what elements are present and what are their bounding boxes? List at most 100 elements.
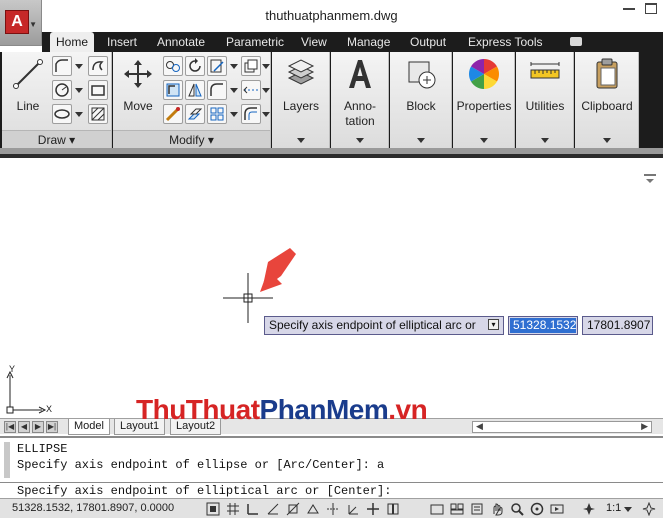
copy-button[interactable] — [163, 56, 183, 76]
tab-model[interactable]: Model — [68, 419, 110, 435]
tab-home[interactable]: Home — [50, 32, 95, 52]
trim-dropdown-icon[interactable] — [230, 64, 238, 69]
snap-mode-icon[interactable] — [206, 502, 220, 516]
grid-icon[interactable] — [226, 502, 240, 516]
3d-osnap-icon[interactable] — [306, 502, 320, 516]
ellipse-button[interactable] — [52, 104, 72, 124]
scroll-right-icon[interactable]: ▶ — [641, 421, 648, 432]
tab-view[interactable]: View — [301, 32, 327, 52]
explode-dropdown-icon[interactable] — [262, 88, 270, 93]
drawing-canvas[interactable] — [0, 158, 663, 414]
scroll-left-icon[interactable]: ◀ — [476, 421, 483, 432]
polar-tracking-icon[interactable] — [266, 502, 280, 516]
ucs-toggle-icon[interactable] — [346, 502, 360, 516]
move-button[interactable]: Move — [117, 56, 159, 114]
model-space-icon[interactable] — [430, 502, 444, 516]
fillet-dropdown-icon[interactable] — [230, 88, 238, 93]
first-layout-icon[interactable]: |◀ — [4, 421, 16, 433]
tab-parametric[interactable]: Parametric — [226, 32, 284, 52]
tab-express-tools[interactable]: Express Tools — [468, 32, 542, 52]
dynamic-input-icon[interactable] — [366, 502, 380, 516]
command-line[interactable]: Specify axis endpoint of elliptical arc … — [0, 482, 663, 498]
layers-icon — [287, 59, 315, 85]
rectangle-button[interactable] — [88, 80, 108, 100]
polyline-button[interactable] — [52, 56, 72, 76]
utilities-dropdown-icon[interactable] — [541, 138, 549, 143]
ribbon: Line Draw ▾ Move Modify ▾ Layers Anno- t… — [0, 52, 663, 148]
properties-dropdown-icon[interactable] — [480, 138, 488, 143]
y-coordinate-value[interactable]: 17801.8907 — [587, 318, 650, 332]
canvas-menu-icon[interactable] — [643, 172, 657, 184]
quick-view-drawings-icon[interactable] — [470, 502, 484, 516]
hatch-button[interactable] — [88, 104, 108, 124]
circle-button[interactable] — [52, 80, 72, 100]
steering-wheel-icon[interactable] — [530, 502, 544, 516]
hatch-icon — [91, 107, 105, 121]
ribbon-minimize-button[interactable] — [570, 37, 582, 46]
explode-icon — [243, 86, 258, 94]
lineweight-icon[interactable] — [386, 502, 400, 516]
utilities-button[interactable]: Utilities — [518, 56, 572, 114]
draw-panel-title[interactable]: Draw ▾ — [2, 130, 111, 148]
otrack-icon[interactable] — [326, 502, 340, 516]
trim-button[interactable] — [207, 56, 227, 76]
command-window-grip[interactable] — [4, 442, 10, 478]
fillet-button[interactable] — [207, 80, 227, 100]
polyline-dropdown-icon[interactable] — [75, 64, 83, 69]
x-coordinate-value[interactable]: 51328.1532 — [510, 318, 576, 333]
layers-button[interactable]: Layers — [276, 56, 326, 114]
annotation-scale-value[interactable]: 1:1 — [606, 502, 621, 514]
ellipse-dropdown-icon[interactable] — [75, 112, 83, 117]
object-snap-icon[interactable] — [286, 502, 300, 516]
application-menu-button[interactable]: A ▼ — [0, 0, 42, 46]
last-layout-icon[interactable]: ▶| — [46, 421, 58, 433]
erase-dropdown-icon[interactable] — [262, 64, 270, 69]
block-button[interactable]: Block — [396, 56, 446, 114]
prompt-options-button[interactable]: ▾ — [488, 319, 499, 330]
circle-dropdown-icon[interactable] — [75, 88, 83, 93]
clipboard-button[interactable]: Clipboard — [577, 56, 637, 114]
explode-button[interactable] — [241, 80, 261, 100]
tab-output[interactable]: Output — [410, 32, 446, 52]
rotate-button[interactable] — [185, 56, 205, 76]
line-button[interactable]: Line — [8, 56, 48, 114]
annotation-button[interactable]: Anno- tation — [335, 56, 385, 129]
command-line-text[interactable]: Specify axis endpoint of elliptical arc … — [17, 484, 391, 498]
layers-dropdown-icon[interactable] — [297, 138, 305, 143]
annotation-scale-icon[interactable] — [582, 502, 596, 516]
x-coordinate-input[interactable]: 51328.1532 — [508, 316, 578, 335]
coordinate-readout[interactable]: 51328.1532, 17801.8907, 0.0000 — [12, 502, 174, 514]
showmotion-icon[interactable] — [550, 502, 564, 516]
mirror-button[interactable] — [163, 80, 183, 100]
clipboard-dropdown-icon[interactable] — [603, 138, 611, 143]
offset-button[interactable] — [241, 104, 261, 124]
block-dropdown-icon[interactable] — [417, 138, 425, 143]
minimize-icon[interactable] — [623, 8, 635, 10]
quick-view-layouts-icon[interactable] — [450, 502, 464, 516]
scale-button[interactable] — [185, 104, 205, 124]
maximize-icon[interactable] — [645, 3, 657, 14]
erase-button[interactable] — [241, 56, 261, 76]
prev-layout-icon[interactable]: ◀ — [18, 421, 30, 433]
tab-insert[interactable]: Insert — [107, 32, 137, 52]
tab-annotate[interactable]: Annotate — [157, 32, 205, 52]
array-dropdown-icon[interactable] — [230, 112, 238, 117]
horizontal-scrollbar[interactable]: ◀ ▶ — [472, 421, 652, 433]
stretch-button[interactable] — [163, 104, 183, 124]
ortho-icon[interactable] — [246, 502, 260, 516]
zoom-icon[interactable] — [510, 502, 524, 516]
array-button[interactable] — [207, 104, 227, 124]
y-coordinate-input[interactable]: 17801.8907 — [582, 316, 653, 335]
tab-manage[interactable]: Manage — [347, 32, 390, 52]
modify-panel-title[interactable]: Modify ▾ — [113, 130, 270, 148]
properties-button[interactable]: Properties — [455, 56, 513, 114]
offset-dropdown-icon[interactable] — [262, 112, 270, 117]
pan-icon[interactable] — [490, 502, 504, 516]
annotation-dropdown-icon[interactable] — [356, 138, 364, 143]
next-layout-icon[interactable]: ▶ — [32, 421, 44, 433]
mirror-triangle-icon — [188, 83, 202, 97]
annotation-visibility-icon[interactable] — [642, 502, 656, 516]
mirror2-button[interactable] — [185, 80, 205, 100]
scale-dropdown-icon[interactable] — [624, 507, 632, 512]
arc-button[interactable] — [88, 56, 108, 76]
